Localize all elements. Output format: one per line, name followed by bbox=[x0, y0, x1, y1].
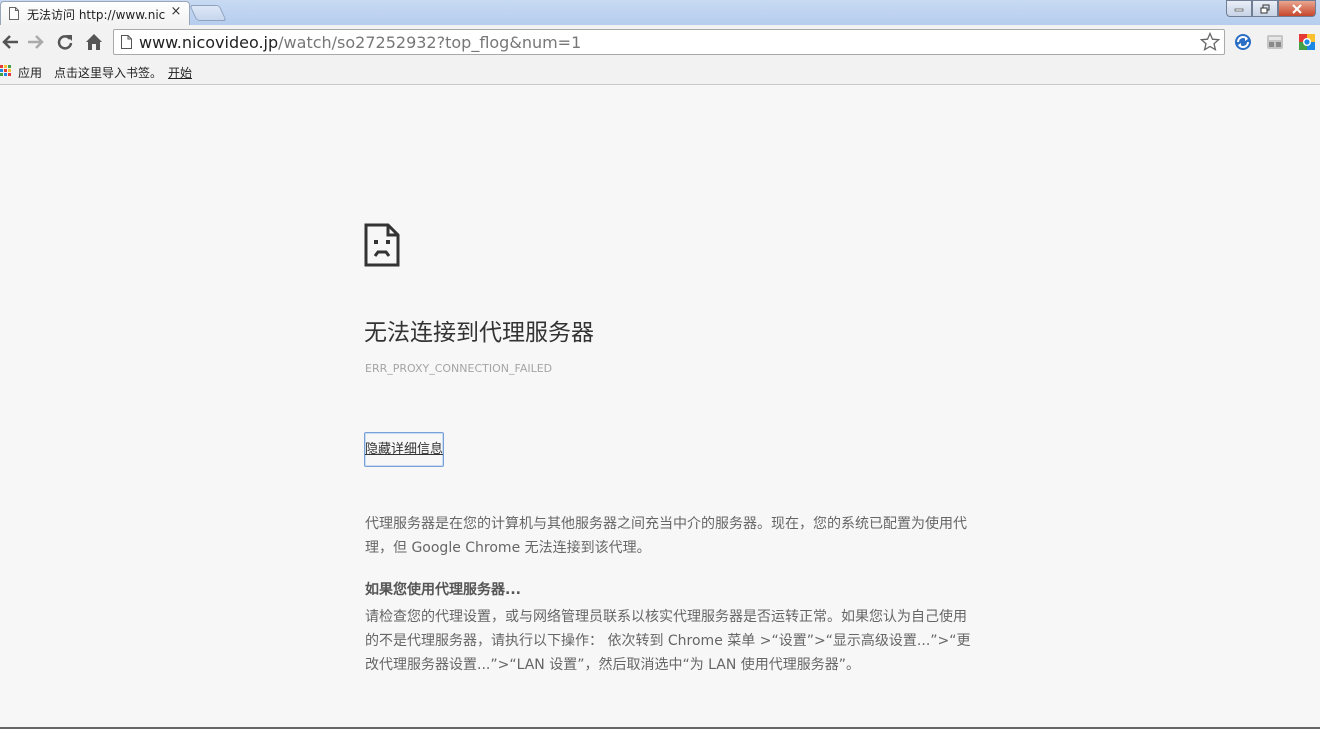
proxy-instructions: 请检查您的代理设置，或与网络管理员联系以核实代理服务器是否运转正常。如果您认为自… bbox=[365, 609, 971, 673]
forward-arrow-icon bbox=[28, 35, 44, 49]
address-bar[interactable]: www.nicovideo.jp/watch/so27252932?top_fl… bbox=[113, 29, 1225, 55]
sync-extension-icon[interactable] bbox=[1234, 33, 1252, 51]
tab-close-icon[interactable]: × bbox=[169, 5, 183, 19]
proxy-explanation: 代理服务器是在您的计算机与其他服务器之间充当中介的服务器。现在，您的系统已配置为… bbox=[365, 516, 967, 556]
back-button[interactable] bbox=[0, 32, 20, 52]
url-text: www.nicovideo.jp/watch/so27252932?top_fl… bbox=[139, 33, 581, 52]
new-tab-button[interactable] bbox=[189, 5, 227, 21]
bookmarks-bar: 应用 点击这里导入书签。 开始 bbox=[0, 59, 1320, 85]
error-title: 无法连接到代理服务器 bbox=[364, 320, 594, 346]
browser-window: 无法访问 http://www.nic × www.nicovideo.jp/w… bbox=[0, 0, 1320, 729]
minimize-icon bbox=[1234, 8, 1244, 11]
close-icon bbox=[1292, 3, 1302, 14]
page-icon bbox=[9, 7, 19, 20]
url-path: /watch/so27252932?top_flog&num=1 bbox=[278, 33, 582, 52]
start-link[interactable]: 开始 bbox=[168, 64, 192, 81]
tab-strip: 无法访问 http://www.nic × bbox=[0, 0, 1320, 25]
extension-grid-icon[interactable] bbox=[1266, 33, 1284, 51]
import-bookmarks-link[interactable]: 点击这里导入书签。 bbox=[54, 64, 162, 81]
home-button[interactable] bbox=[84, 32, 104, 52]
url-host: www.nicovideo.jp bbox=[139, 33, 279, 52]
tab-active[interactable]: 无法访问 http://www.nic × bbox=[0, 1, 190, 25]
reload-icon bbox=[57, 35, 73, 50]
reload-button[interactable] bbox=[55, 32, 75, 52]
error-code: ERR_PROXY_CONNECTION_FAILED bbox=[365, 362, 553, 375]
proxy-subheading: 如果您使用代理服务器... bbox=[365, 582, 521, 598]
restore-icon bbox=[1260, 4, 1270, 13]
apps-link[interactable]: 应用 bbox=[18, 64, 42, 81]
error-page: 无法连接到代理服务器 ERR_PROXY_CONNECTION_FAILED 隐… bbox=[0, 85, 1320, 729]
page-icon bbox=[121, 35, 132, 49]
window-controls bbox=[1226, 0, 1316, 18]
sad-page-icon bbox=[364, 223, 400, 267]
forward-button[interactable] bbox=[26, 32, 46, 52]
star-icon[interactable] bbox=[1200, 32, 1220, 52]
home-icon bbox=[86, 34, 102, 50]
toolbar: www.nicovideo.jp/watch/so27252932?top_fl… bbox=[0, 25, 1320, 59]
back-arrow-icon bbox=[2, 35, 18, 49]
close-window-button[interactable] bbox=[1278, 0, 1316, 17]
apps-grid-icon[interactable] bbox=[0, 65, 11, 76]
colorful-extension-icon[interactable] bbox=[1298, 33, 1316, 51]
minimize-button[interactable] bbox=[1226, 0, 1252, 17]
tab-title: 无法访问 http://www.nic bbox=[27, 8, 166, 22]
restore-button[interactable] bbox=[1252, 0, 1278, 17]
hide-details-button[interactable]: 隐藏详细信息 bbox=[364, 432, 445, 467]
